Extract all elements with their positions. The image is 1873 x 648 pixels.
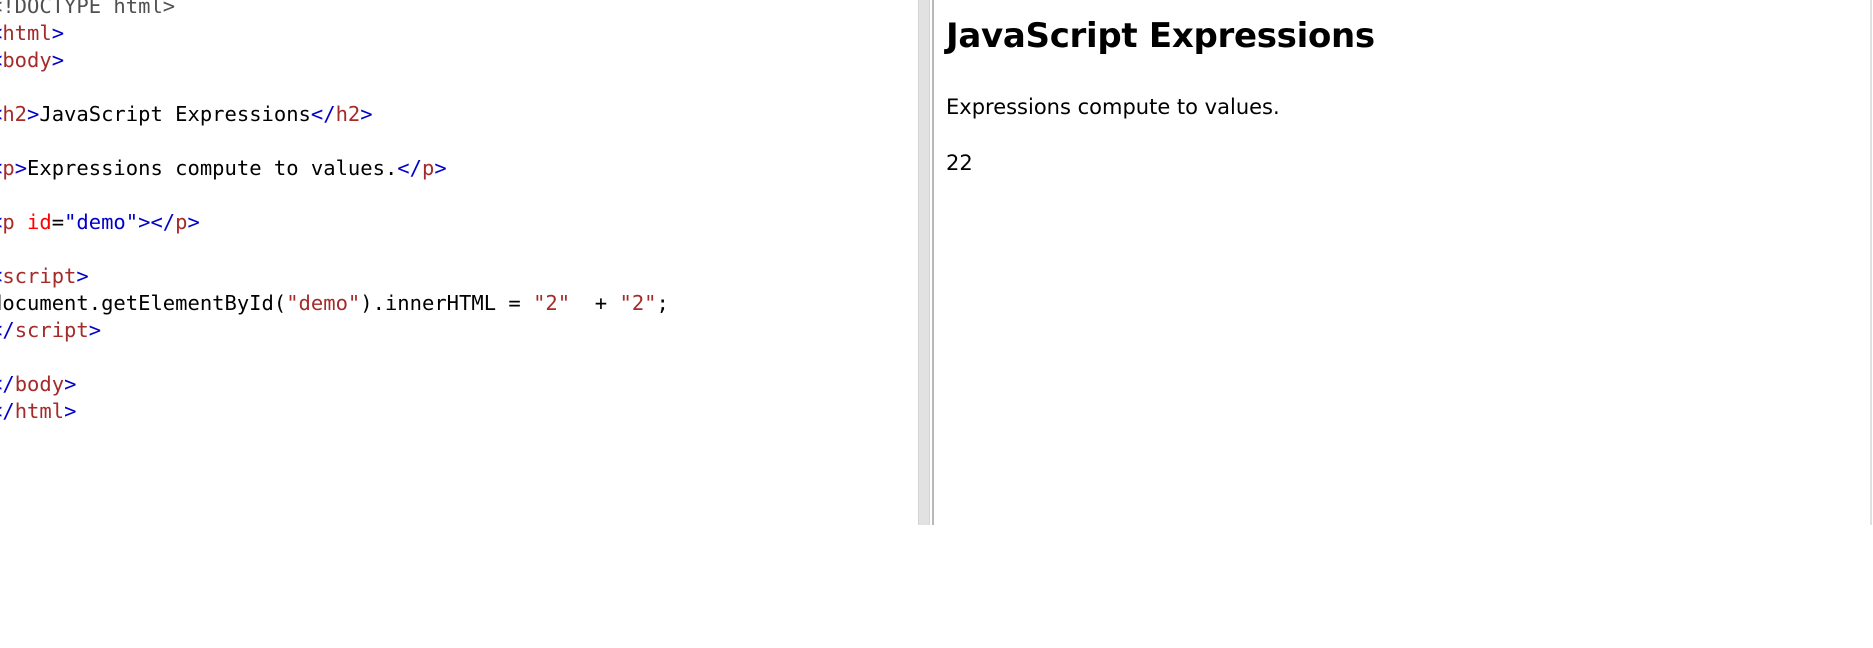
code-token-plain: JavaScript Expressions xyxy=(39,102,311,126)
code-token-tag: p xyxy=(2,156,15,180)
code-token-bracket: </ xyxy=(310,102,336,126)
code-token-plain: ; xyxy=(656,291,669,315)
code-line[interactable]: </html> xyxy=(0,398,669,425)
code-token-string: "2" xyxy=(533,291,571,315)
code-line[interactable] xyxy=(0,182,669,209)
code-line[interactable]: <h2>JavaScript Expressions</h2> xyxy=(0,101,669,128)
pane-splitter-handle[interactable] xyxy=(918,0,930,525)
code-token-tag: script xyxy=(14,318,89,342)
code-token-plain: Expressions compute to values. xyxy=(27,156,398,180)
code-token-plain: + xyxy=(570,291,620,315)
result-preview-pane: JavaScript Expressions Expressions compu… xyxy=(932,0,1872,525)
code-token-bracket: > xyxy=(64,372,77,396)
code-token-bracket: </ xyxy=(0,318,15,342)
code-token-attr: id xyxy=(27,210,52,234)
code-token-tag: p xyxy=(421,156,435,180)
code-token-bracket: > xyxy=(88,318,102,342)
code-token-value: "demo" xyxy=(64,210,139,234)
code-token-bracket: ></ xyxy=(138,210,176,234)
code-token-bracket: > xyxy=(27,102,40,126)
code-token-bracket: > xyxy=(51,48,65,72)
code-token-bracket: </ xyxy=(0,399,15,423)
code-token-bracket: > xyxy=(187,210,200,234)
code-token-bracket: > xyxy=(14,156,28,180)
code-token-tag: h2 xyxy=(2,102,28,126)
code-line[interactable]: <body> xyxy=(0,47,669,74)
code-line[interactable] xyxy=(0,128,669,155)
code-token-tag: html xyxy=(2,21,52,45)
code-token-tag: h2 xyxy=(335,102,361,126)
code-editor-pane[interactable]: <!DOCTYPE html> <html><body> <h2>JavaScri… xyxy=(0,0,920,525)
code-token-bracket: > xyxy=(360,102,373,126)
code-token-plain: ).innerHTML = xyxy=(360,291,534,315)
code-token-tag: body xyxy=(2,48,52,72)
code-token-string: "demo" xyxy=(286,291,361,315)
code-token-tag: p xyxy=(175,210,188,234)
code-line[interactable]: document.getElementById("demo").innerHTM… xyxy=(0,290,669,317)
code-token-tag: script xyxy=(2,264,77,288)
code-line[interactable]: </body> xyxy=(0,371,669,398)
code-token-plain: = xyxy=(51,210,65,234)
code-token-tag: html xyxy=(14,399,65,423)
code-token-bracket: > xyxy=(64,399,77,423)
code-line[interactable]: <p id="demo"></p> xyxy=(0,209,669,236)
code-token-doctype: <!DOCTYPE html> xyxy=(0,0,176,18)
code-token-tag: p xyxy=(2,210,15,234)
code-token-bracket: </ xyxy=(397,156,422,180)
result-demo-output: 22 xyxy=(946,151,973,175)
code-line[interactable]: <p>Expressions compute to values.</p> xyxy=(0,155,669,182)
code-line[interactable] xyxy=(0,344,669,371)
code-token-string: "2" xyxy=(619,291,657,315)
code-editor-lines[interactable]: <!DOCTYPE html> <html><body> <h2>JavaScri… xyxy=(0,0,669,425)
code-line[interactable]: <script> xyxy=(0,263,669,290)
code-line[interactable]: <!DOCTYPE html> xyxy=(0,0,669,20)
code-token-bracket: </ xyxy=(0,372,15,396)
code-token-plain: document.getElementById( xyxy=(0,291,287,315)
code-token-bracket: > xyxy=(76,264,89,288)
code-token-tag: body xyxy=(14,372,65,396)
code-line[interactable] xyxy=(0,74,669,101)
code-token-bracket: > xyxy=(51,21,65,45)
code-line[interactable] xyxy=(0,236,669,263)
result-heading: JavaScript Expressions xyxy=(946,16,1375,56)
tryit-editor-window: <!DOCTYPE html> <html><body> <h2>JavaScri… xyxy=(0,0,1873,648)
result-paragraph: Expressions compute to values. xyxy=(946,95,1280,119)
code-line[interactable]: </script> xyxy=(0,317,669,344)
code-token-bracket: > xyxy=(434,156,447,180)
code-line[interactable]: <html> xyxy=(0,20,669,47)
